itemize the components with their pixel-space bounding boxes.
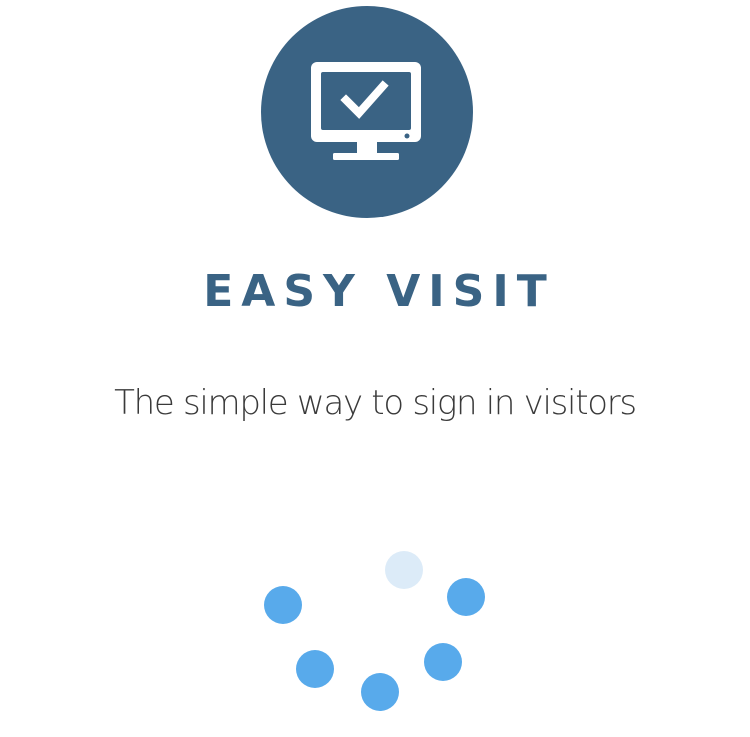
spinner-dot <box>264 586 302 624</box>
spinner-dot <box>424 643 462 681</box>
spinner-dot <box>447 578 485 616</box>
splash-screen: EASY VISIT The simple way to sign in vis… <box>0 0 750 737</box>
monitor-checkmark-icon <box>311 62 421 160</box>
spinner-dot <box>361 673 399 711</box>
spinner-dot <box>296 650 334 688</box>
spinner-dot <box>385 551 423 589</box>
app-tagline: The simple way to sign in visitors <box>114 383 637 423</box>
app-logo <box>261 6 473 218</box>
app-title: EASY VISIT <box>203 266 555 317</box>
